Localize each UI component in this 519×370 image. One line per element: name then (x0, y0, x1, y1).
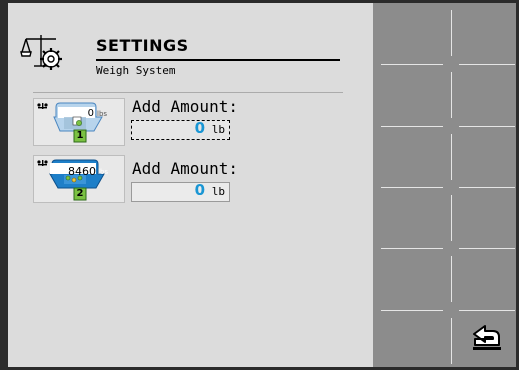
softkey-divider (459, 64, 515, 65)
add-amount-field-2[interactable]: 0 lb (131, 181, 230, 202)
add-amount-unit-1: lb (211, 123, 225, 136)
scale-gear-icon (20, 35, 62, 70)
softkey-divider (451, 10, 452, 56)
softkey-3[interactable] (373, 125, 516, 185)
page-subtitle: Weigh System (96, 64, 176, 77)
bin-2-badge: 2 (76, 188, 84, 199)
add-amount-label-2: Add Amount: (132, 159, 238, 178)
terminal-screen: SETTINGS Weigh System 0 lbs 1 Add Amount… (0, 0, 519, 370)
softkey-2[interactable] (373, 64, 516, 124)
softkey-divider (381, 187, 443, 188)
bin-1-weight: 0 (87, 108, 94, 119)
add-amount-field-1[interactable]: 0 lb (131, 119, 230, 140)
add-amount-value-1: 0 (194, 119, 205, 137)
bin-2-button[interactable]: 8460 lbs 2 (33, 155, 125, 203)
header-divider (33, 92, 343, 93)
softkey-divider (451, 318, 452, 364)
bin-1-button[interactable]: 0 lbs 1 (33, 98, 125, 146)
page-title: SETTINGS (96, 36, 189, 55)
softkey-1[interactable] (373, 3, 516, 63)
softkey-divider (381, 64, 443, 65)
softkey-4[interactable] (373, 186, 516, 246)
bin-2-weight-unit: lbs (98, 168, 109, 176)
softkey-divider (381, 248, 443, 249)
softkey-divider (451, 256, 452, 302)
softkey-divider (459, 310, 515, 311)
title-underline (96, 59, 340, 61)
back-button[interactable] (463, 315, 511, 359)
add-amount-value-2: 0 (194, 181, 205, 199)
softkey-divider (459, 187, 515, 188)
bin-1-badge: 1 (76, 130, 84, 141)
add-amount-unit-2: lb (211, 185, 225, 198)
bin-1-weight-unit: lbs (97, 110, 108, 118)
softkey-divider (381, 126, 443, 127)
bin-2-weight: 8460 (68, 165, 96, 178)
add-amount-label-1: Add Amount: (132, 97, 238, 116)
return-arrow-icon (473, 325, 501, 350)
softkey-divider (459, 248, 515, 249)
softkey-divider (451, 134, 452, 180)
softkey-divider (451, 195, 452, 241)
softkey-divider (381, 310, 443, 311)
softkey-divider (451, 72, 452, 118)
softkey-5[interactable] (373, 247, 516, 307)
softkey-divider (459, 126, 515, 127)
